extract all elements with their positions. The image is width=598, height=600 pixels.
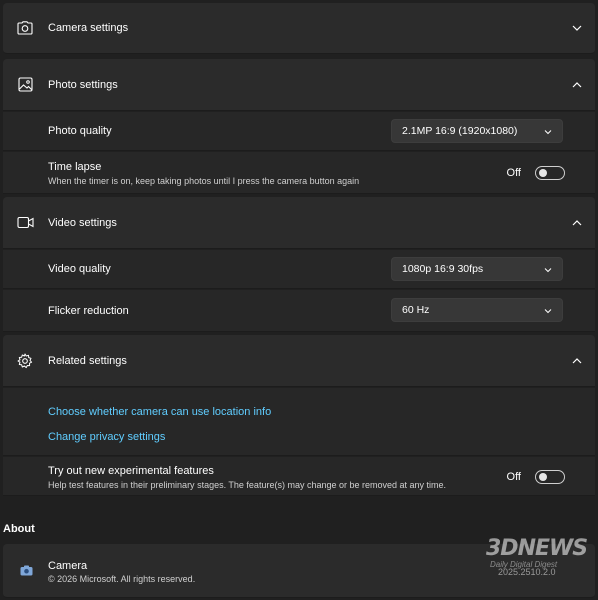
photo-settings-title: Photo settings bbox=[48, 78, 118, 91]
video-quality-select[interactable]: 1080p 16:9 30fps bbox=[391, 257, 563, 281]
chevron-up-icon[interactable] bbox=[571, 355, 583, 367]
photo-quality-row: Photo quality 2.1MP 16:9 (1920x1080) bbox=[3, 112, 595, 151]
watermark-brand: 3DNEWS bbox=[486, 536, 588, 561]
chevron-down-icon bbox=[544, 306, 552, 314]
related-links-panel: Choose whether camera can use location i… bbox=[3, 388, 595, 456]
gear-icon bbox=[16, 352, 34, 370]
time-lapse-toggle[interactable]: Off bbox=[507, 166, 565, 180]
time-lapse-row: Time lapse When the timer is on, keep ta… bbox=[3, 152, 595, 194]
photo-quality-value: 2.1MP 16:9 (1920x1080) bbox=[402, 125, 518, 137]
chevron-down-icon bbox=[544, 265, 552, 273]
image-icon bbox=[16, 76, 34, 94]
video-icon bbox=[16, 214, 34, 232]
video-quality-row: Video quality 1080p 16:9 30fps bbox=[3, 250, 595, 289]
experimental-features-description: Help test features in their preliminary … bbox=[48, 480, 447, 490]
photo-quality-select[interactable]: 2.1MP 16:9 (1920x1080) bbox=[391, 119, 563, 143]
copyright-text: © 2026 Microsoft. All rights reserved. bbox=[48, 574, 196, 584]
version-text: 2025.2510.2.0 bbox=[498, 567, 556, 577]
video-quality-value: 1080p 16:9 30fps bbox=[402, 263, 484, 275]
toggle-switch[interactable] bbox=[535, 470, 565, 484]
toggle-state: Off bbox=[506, 167, 521, 179]
camera-icon bbox=[16, 19, 34, 37]
camera-settings-title: Camera settings bbox=[48, 22, 129, 34]
photo-settings-header[interactable]: Photo settings bbox=[3, 59, 595, 111]
flicker-reduction-label: Flicker reduction bbox=[48, 304, 129, 317]
app-name: Camera bbox=[48, 560, 88, 572]
related-settings-title: Related settings bbox=[48, 354, 127, 367]
camera-settings-header[interactable]: Camera settings bbox=[3, 3, 595, 54]
experimental-features-row: Try out new experimental features Help t… bbox=[3, 457, 595, 496]
video-settings-header[interactable]: Video settings bbox=[3, 197, 595, 249]
photo-quality-label: Photo quality bbox=[48, 125, 112, 137]
video-quality-label: Video quality bbox=[48, 263, 111, 275]
chevron-up-icon[interactable] bbox=[571, 217, 583, 229]
privacy-settings-link[interactable]: Change privacy settings bbox=[48, 431, 165, 443]
experimental-features-label: Try out new experimental features bbox=[48, 465, 214, 477]
location-info-link[interactable]: Choose whether camera can use location i… bbox=[48, 406, 271, 418]
flicker-reduction-select[interactable]: 60 Hz bbox=[391, 298, 563, 322]
chevron-down-icon bbox=[544, 127, 552, 135]
chevron-up-icon[interactable] bbox=[571, 79, 583, 91]
toggle-state: Off bbox=[506, 471, 521, 483]
flicker-reduction-row: Flicker reduction 60 Hz bbox=[3, 290, 595, 332]
about-heading: About bbox=[3, 523, 35, 535]
video-settings-title: Video settings bbox=[48, 216, 117, 229]
chevron-down-icon[interactable] bbox=[571, 22, 583, 34]
flicker-reduction-value: 60 Hz bbox=[402, 304, 430, 316]
related-settings-header[interactable]: Related settings bbox=[3, 335, 595, 387]
toggle-switch[interactable] bbox=[535, 166, 565, 180]
time-lapse-description: When the timer is on, keep taking photos… bbox=[48, 176, 360, 186]
camera-app-icon bbox=[17, 562, 35, 580]
experimental-features-toggle[interactable]: Off bbox=[507, 470, 565, 484]
time-lapse-label: Time lapse bbox=[48, 161, 102, 173]
